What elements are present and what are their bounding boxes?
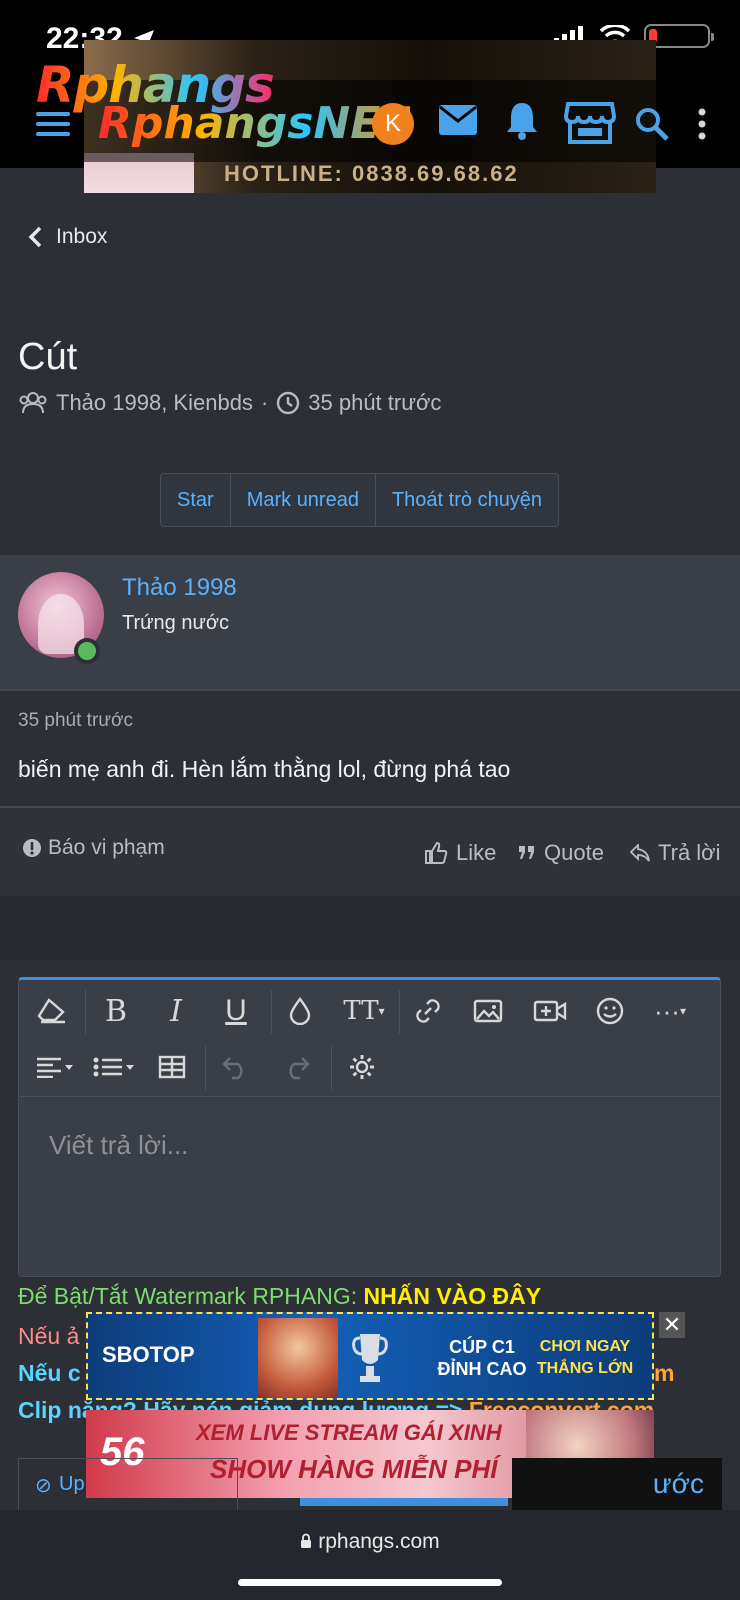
watermark-toggle-text: Để Bật/Tắt Watermark RPHANG: NHẤN VÀO ĐÂ… xyxy=(18,1283,541,1310)
undo-icon[interactable] xyxy=(213,1044,259,1090)
link-icon[interactable] xyxy=(405,988,451,1034)
message-author-band xyxy=(0,555,740,689)
submit-reply-button[interactable]: ước xyxy=(512,1458,722,1510)
url-text: rphangs.com xyxy=(318,1530,440,1553)
italic-icon[interactable]: I xyxy=(153,988,199,1034)
ad2-line-1: XEM LIVE STREAM GÁI XINH xyxy=(196,1420,502,1445)
more-options-icon[interactable]: ··· ▾ xyxy=(643,988,697,1034)
upload-label: Up xyxy=(59,1473,85,1495)
users-icon xyxy=(19,392,47,414)
header-ad-text: HOTLINE: 0838.69.68.62 xyxy=(224,161,519,186)
leave-conversation-button[interactable]: Thoát trò chuyện xyxy=(376,474,558,526)
conversation-time: 35 phút trước xyxy=(308,390,442,415)
promo-line-3-left: Nếu c xyxy=(18,1360,81,1386)
table-icon[interactable] xyxy=(149,1044,195,1090)
ad-close-button[interactable]: ✕ xyxy=(659,1312,685,1338)
bell-icon[interactable] xyxy=(504,100,540,140)
clock-icon xyxy=(277,391,300,415)
search-icon[interactable] xyxy=(634,106,670,142)
author-name[interactable]: Thảo 1998 xyxy=(122,574,237,602)
message-body: biến mẹ anh đi. Hèn lắm thằng lol, đừng … xyxy=(18,756,511,782)
conversation-meta: Thảo 1998, Kienbds · 35 phút trước xyxy=(18,390,441,416)
page-title: Cút xyxy=(18,336,78,378)
participants[interactable]: Thảo 1998, Kienbds xyxy=(56,390,253,416)
breadcrumb-inbox[interactable]: Inbox xyxy=(28,225,107,249)
reply-icon xyxy=(630,844,650,862)
report-button[interactable]: Báo vi phạm xyxy=(22,836,165,860)
list-icon[interactable] xyxy=(89,1044,141,1090)
ad1-brand: SBOTOP xyxy=(102,1342,195,1367)
thumbs-up-icon xyxy=(425,841,448,864)
reply-input[interactable]: Viết trả lời... xyxy=(49,1130,188,1161)
report-label: Báo vi phạm xyxy=(48,836,165,859)
star-button[interactable]: Star xyxy=(161,474,231,526)
clear-formatting-icon[interactable] xyxy=(29,988,75,1034)
home-indicator[interactable] xyxy=(238,1579,502,1586)
like-label: Like xyxy=(456,840,497,865)
underline-icon[interactable]: U xyxy=(213,988,259,1034)
ad1-image xyxy=(258,1318,338,1398)
meta-separator: · xyxy=(260,390,269,415)
watermark-prefix: Để Bật/Tắt Watermark RPHANG: xyxy=(18,1283,364,1309)
site-logo-secondary[interactable]: RphangsNET xyxy=(98,98,410,149)
reply-editor: B I U TT ▾ ··· ▾ Viết trả lời... xyxy=(18,977,721,1277)
quote-button[interactable]: Quote xyxy=(518,840,604,866)
browser-url-bar xyxy=(0,1510,740,1600)
quote-label: Quote xyxy=(544,840,604,865)
redo-icon[interactable] xyxy=(273,1044,319,1090)
reply-label: Trả lời xyxy=(658,840,721,865)
ad1-cta-text: CHƠI NGAY THẮNG LỚN xyxy=(536,1338,634,1377)
emoji-icon[interactable] xyxy=(587,988,633,1034)
url-display[interactable]: rphangs.com xyxy=(0,1530,740,1554)
lock-icon xyxy=(301,1533,312,1548)
mail-icon[interactable] xyxy=(438,104,478,136)
promo-line-2: Nếu ả xyxy=(18,1323,80,1349)
image-icon[interactable] xyxy=(465,988,511,1034)
section-gap xyxy=(0,896,740,960)
chevron-left-icon xyxy=(28,226,42,248)
editor-toolbar: B I U TT ▾ ··· ▾ xyxy=(19,980,720,1097)
settings-icon[interactable] xyxy=(339,1044,385,1090)
user-avatar[interactable]: K xyxy=(372,103,414,145)
conversation-actions: Star Mark unread Thoát trò chuyện xyxy=(160,473,560,527)
ad2-line-2: SHOW HÀNG MIỄN PHÍ xyxy=(210,1454,498,1484)
trophy-icon xyxy=(352,1334,388,1382)
ad1-mid-text: CÚP C1 ĐỈNH CAO xyxy=(437,1337,527,1379)
video-icon[interactable] xyxy=(527,988,573,1034)
alert-icon xyxy=(23,839,41,857)
promo-line-3: Nếu c om xyxy=(18,1360,675,1387)
menu-icon[interactable] xyxy=(36,112,70,136)
quote-icon xyxy=(519,846,534,859)
like-button[interactable]: Like xyxy=(424,840,496,866)
reply-button[interactable]: Trả lời xyxy=(630,840,721,866)
font-size-icon[interactable]: TT ▾ xyxy=(337,988,391,1034)
online-indicator xyxy=(74,638,100,664)
author-title: Trứng nước xyxy=(122,612,229,634)
align-icon[interactable] xyxy=(29,1044,81,1090)
mark-unread-button[interactable]: Mark unread xyxy=(231,474,376,526)
breadcrumb-label: Inbox xyxy=(56,225,108,248)
bold-icon[interactable]: B xyxy=(93,988,139,1034)
message-time[interactable]: 35 phút trước xyxy=(18,710,133,732)
sbotop-ad-banner[interactable]: SBOTOP CÚP C1 ĐỈNH CAO CHƠI NGAY THẮNG L… xyxy=(86,1312,654,1400)
paperclip-icon: ⊘ xyxy=(35,1475,52,1497)
divider xyxy=(0,689,740,691)
watermark-toggle-link[interactable]: NHẤN VÀO ĐÂY xyxy=(364,1283,542,1309)
more-vertical-icon[interactable] xyxy=(698,108,706,140)
progress-indicator xyxy=(300,1498,508,1506)
text-color-icon[interactable] xyxy=(277,988,323,1034)
store-icon[interactable] xyxy=(564,100,616,144)
upload-button[interactable]: ⊘ Up xyxy=(18,1458,238,1511)
